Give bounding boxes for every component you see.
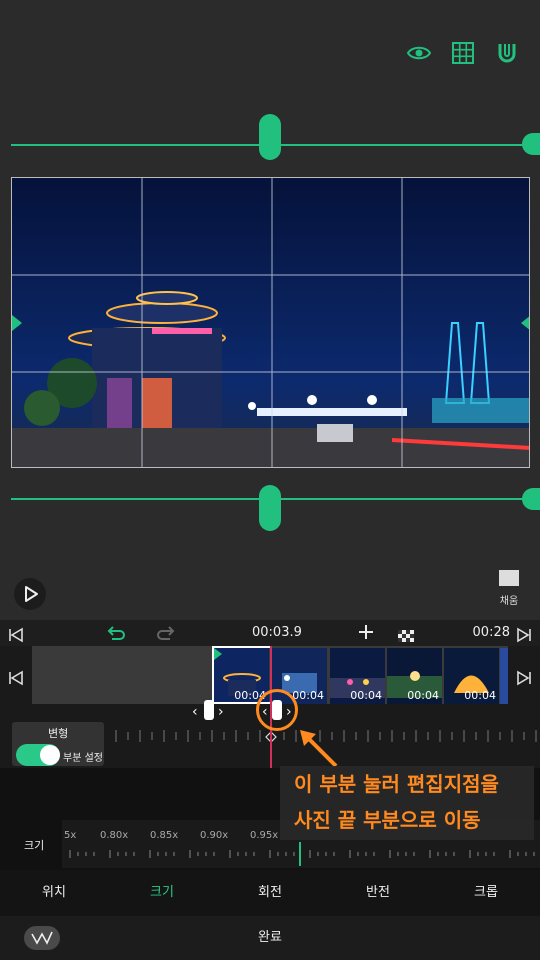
tab-flip[interactable]: 반전 bbox=[324, 870, 432, 916]
clip-duration: 00:04 bbox=[464, 689, 496, 702]
bottom-resize-handle[interactable] bbox=[259, 485, 281, 531]
clip-thumbnail[interactable]: 00:04 bbox=[330, 648, 385, 704]
top-resize-handle[interactable] bbox=[259, 114, 281, 160]
toggle-label: 부분 설정 bbox=[63, 753, 103, 764]
scale-label: 0.80x bbox=[100, 830, 129, 841]
clip-thumbnail[interactable]: 00:04 bbox=[444, 648, 499, 704]
fill-button[interactable]: 채움 bbox=[494, 570, 524, 607]
trim-handle-left[interactable] bbox=[204, 700, 214, 720]
clip-thumbnail-partial[interactable] bbox=[500, 648, 508, 704]
annotation-box: 이 부분 눌러 편집지점을 사진 끝 부분으로 이동 bbox=[280, 766, 534, 840]
clip-thumbnail[interactable]: 00:04 bbox=[387, 648, 442, 704]
tab-position[interactable]: 위치 bbox=[0, 870, 108, 916]
magnet-icon[interactable] bbox=[494, 40, 520, 66]
add-icon[interactable] bbox=[358, 624, 374, 644]
transform-title: 변형 bbox=[48, 727, 69, 740]
annotation-line-2: 사진 끝 부분으로 이동 bbox=[294, 808, 481, 832]
tab-crop[interactable]: 크롭 bbox=[432, 870, 540, 916]
eye-icon[interactable] bbox=[406, 40, 432, 66]
trim-start-icon[interactable] bbox=[8, 670, 24, 690]
chevron-left-icon[interactable]: ‹ bbox=[192, 704, 198, 720]
checker-icon[interactable] bbox=[398, 627, 414, 646]
toggle-knob bbox=[40, 745, 60, 765]
fill-label: 채움 bbox=[499, 596, 519, 607]
scale-label: 0.90x bbox=[200, 830, 229, 841]
size-label: 크기 bbox=[24, 839, 45, 852]
clip-duration: 00:04 bbox=[292, 689, 324, 702]
highlight-circle bbox=[256, 689, 298, 731]
skip-start-icon[interactable] bbox=[8, 627, 24, 647]
clip-duration: 00:04 bbox=[350, 689, 382, 702]
chevron-right-icon[interactable]: › bbox=[218, 704, 224, 720]
current-time: 00:03.9 bbox=[252, 625, 302, 640]
scale-label: 5x bbox=[64, 830, 77, 841]
annotation-line-1: 이 부분 눌러 편집지점을 bbox=[294, 772, 499, 796]
right-top-handle[interactable] bbox=[522, 133, 540, 155]
tab-rotate[interactable]: 회전 bbox=[216, 870, 324, 916]
tab-size[interactable]: 크기 bbox=[108, 870, 216, 916]
edit-tabs: 위치 크기 회전 반전 크롭 bbox=[0, 870, 540, 916]
redo-icon[interactable] bbox=[156, 625, 176, 645]
undo-icon[interactable] bbox=[106, 625, 126, 645]
preview-toolbar bbox=[406, 40, 520, 66]
skip-end-icon[interactable] bbox=[516, 627, 532, 647]
scale-label: 0.85x bbox=[150, 830, 179, 841]
scale-label: 0.95x bbox=[250, 830, 279, 841]
fill-icon bbox=[499, 570, 519, 586]
right-bottom-handle[interactable] bbox=[522, 488, 540, 510]
done-button[interactable]: 완료 bbox=[0, 916, 540, 960]
play-button[interactable] bbox=[14, 578, 46, 610]
grid-icon[interactable] bbox=[450, 40, 476, 66]
end-time: 00:28 bbox=[472, 625, 510, 640]
photo-frame[interactable] bbox=[11, 177, 530, 468]
trim-end-icon[interactable] bbox=[516, 670, 532, 690]
clip-duration: 00:04 bbox=[407, 689, 439, 702]
